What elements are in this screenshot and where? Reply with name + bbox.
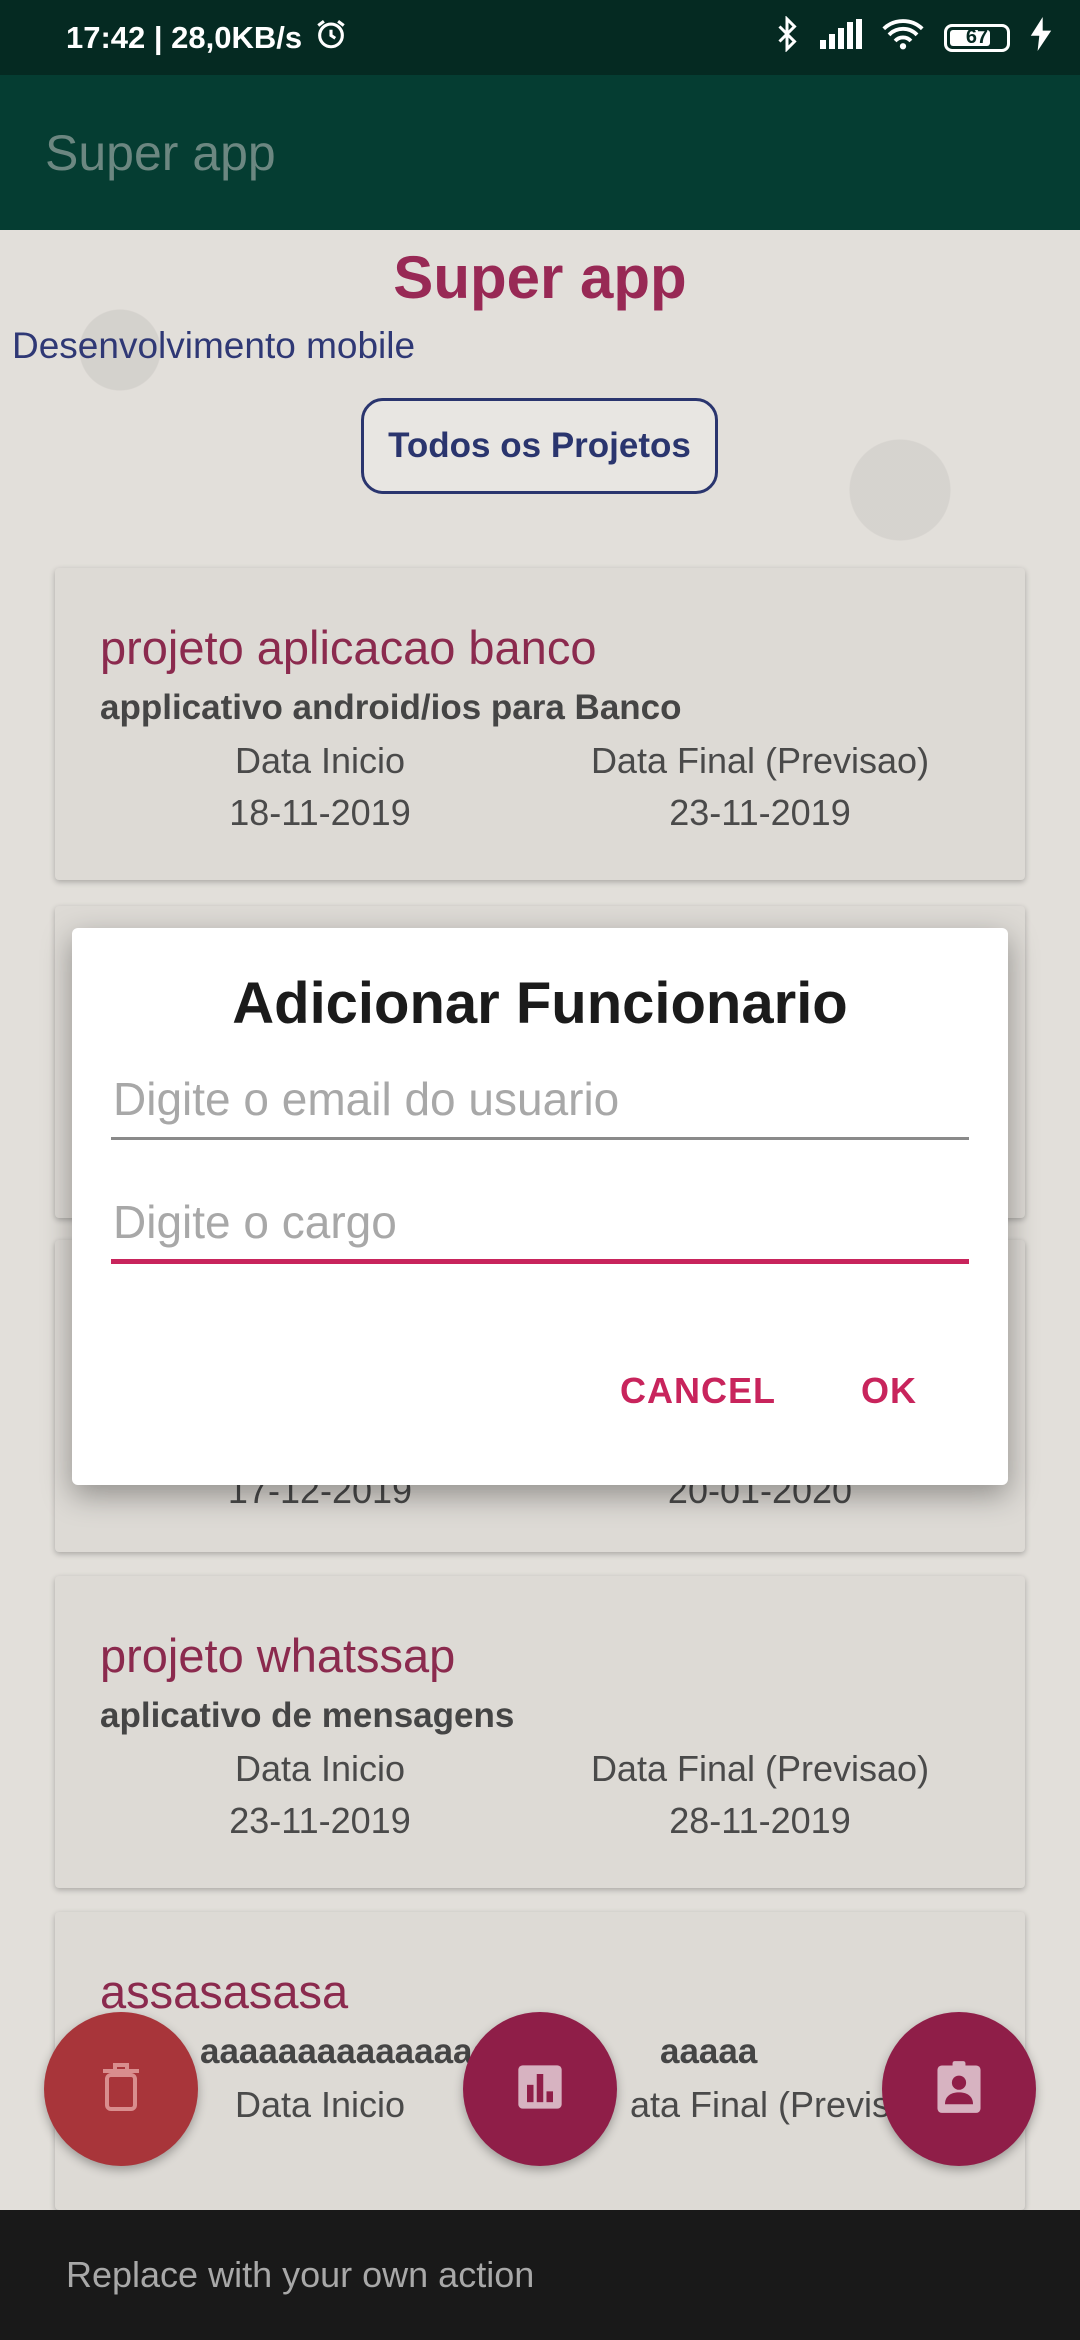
role-input[interactable] bbox=[111, 1184, 969, 1259]
email-input[interactable] bbox=[111, 1060, 969, 1137]
delete-fab[interactable] bbox=[44, 2012, 198, 2166]
bar-chart-icon bbox=[514, 2061, 566, 2118]
battery-icon: 67 bbox=[944, 23, 1010, 52]
battery-level: 67 bbox=[965, 26, 989, 49]
trash-icon bbox=[101, 2062, 141, 2116]
alarm-icon bbox=[314, 17, 348, 59]
snackbar: Replace with your own action bbox=[0, 2210, 1080, 2340]
bluetooth-icon bbox=[774, 14, 800, 60]
snackbar-text: Replace with your own action bbox=[66, 2254, 535, 2295]
employee-fab[interactable] bbox=[882, 2012, 1036, 2166]
assignment-ind-icon bbox=[933, 2059, 985, 2120]
cancel-button[interactable]: CANCEL bbox=[620, 1370, 776, 1412]
signal-icon bbox=[820, 18, 862, 57]
email-field[interactable] bbox=[111, 1060, 969, 1140]
charging-icon bbox=[1030, 16, 1052, 59]
stats-fab[interactable] bbox=[463, 2012, 617, 2166]
status-bar: 17:42 | 28,0KB/s 67 bbox=[0, 0, 1080, 75]
dialog-title: Adicionar Funcionario bbox=[232, 971, 848, 1036]
status-time-speed: 17:42 | 28,0KB/s bbox=[66, 19, 303, 55]
ok-button[interactable]: OK bbox=[861, 1370, 917, 1412]
role-field[interactable] bbox=[111, 1184, 969, 1264]
wifi-icon bbox=[882, 18, 924, 58]
